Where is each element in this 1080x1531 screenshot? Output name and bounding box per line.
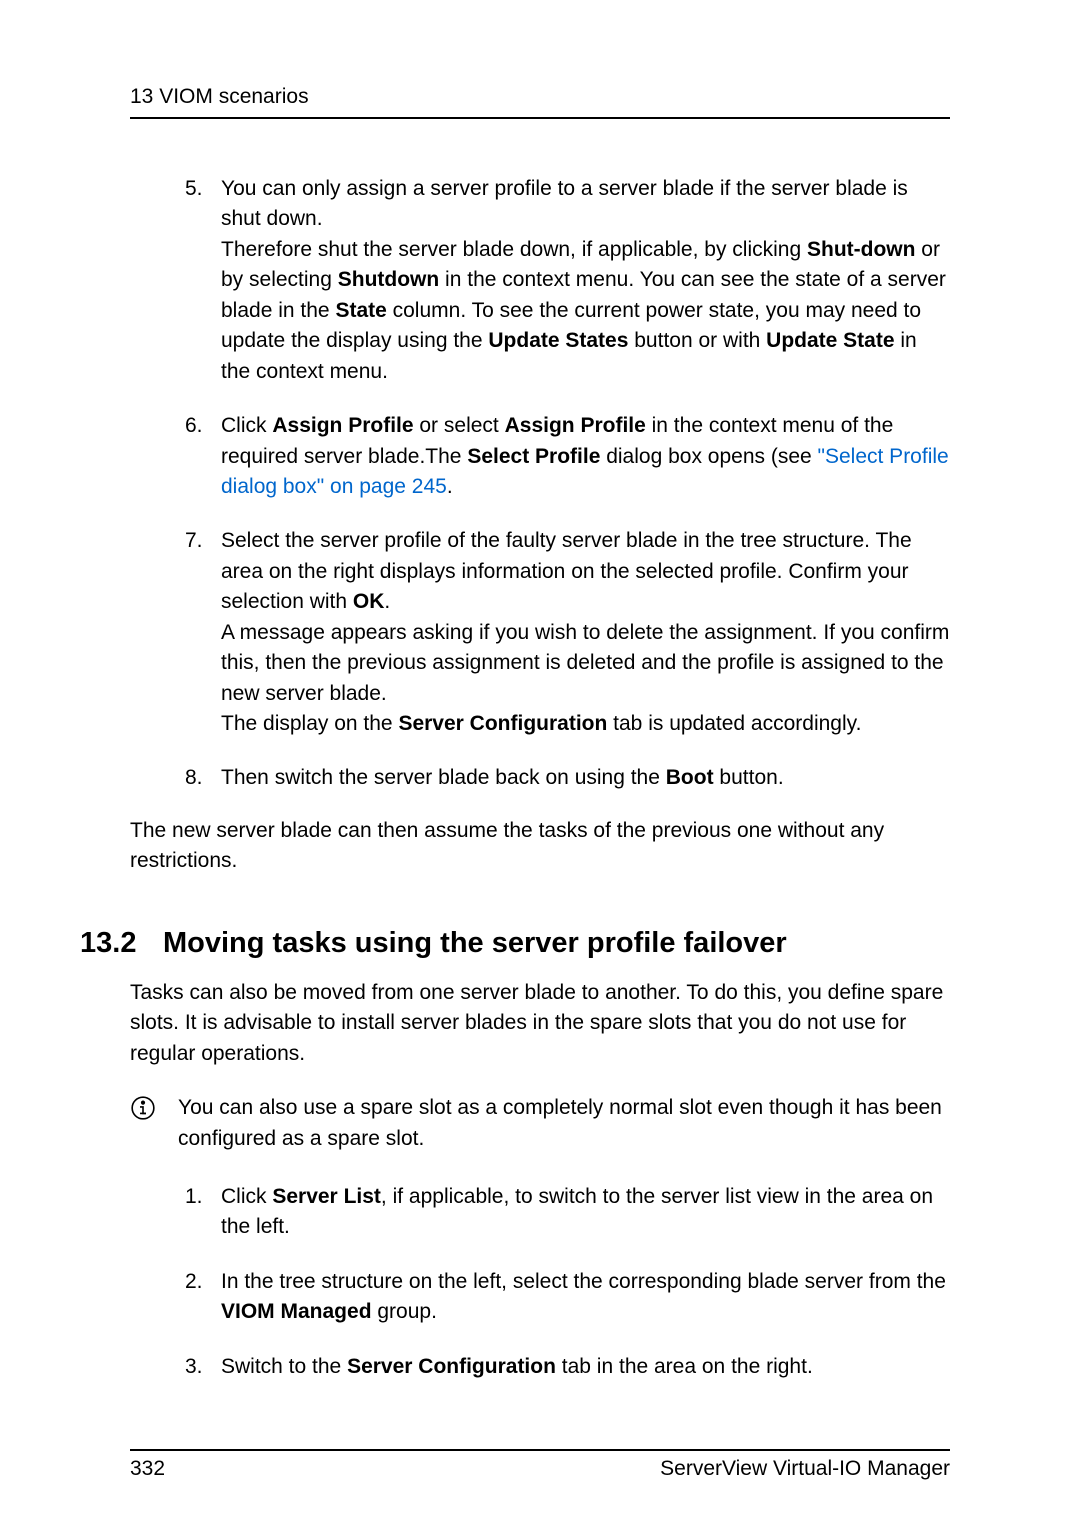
list-content: You can only assign a server profile to … xyxy=(221,174,950,387)
page-number: 332 xyxy=(130,1457,165,1481)
list-number: 6. xyxy=(185,411,221,502)
footer-divider xyxy=(130,1449,950,1451)
footer-content: 332 ServerView Virtual-IO Manager xyxy=(130,1457,950,1481)
list-item: 2. In the tree structure on the left, se… xyxy=(185,1267,950,1328)
list-item: 8. Then switch the server blade back on … xyxy=(185,763,950,793)
list-item: 6. Click Assign Profile or select Assign… xyxy=(185,411,950,502)
chapter-label: 13 VIOM scenarios xyxy=(130,85,309,108)
section-intro: Tasks can also be moved from one server … xyxy=(130,978,950,1069)
list-item: 3. Switch to the Server Configuration ta… xyxy=(185,1352,950,1382)
list-number: 2. xyxy=(185,1267,221,1328)
list-number: 8. xyxy=(185,763,221,793)
page-footer: 332 ServerView Virtual-IO Manager xyxy=(130,1449,950,1481)
procedure-list-1: 5. You can only assign a server profile … xyxy=(130,174,950,794)
product-name: ServerView Virtual-IO Manager xyxy=(660,1457,950,1481)
list-number: 3. xyxy=(185,1352,221,1382)
list-content: In the tree structure on the left, selec… xyxy=(221,1267,950,1328)
closing-paragraph: The new server blade can then assume the… xyxy=(130,816,950,877)
chapter-header: 13 VIOM scenarios xyxy=(130,85,950,109)
list-content: Click Server List, if applicable, to swi… xyxy=(221,1182,950,1243)
section-title: Moving tasks using the server profile fa… xyxy=(163,927,787,960)
list-number: 5. xyxy=(185,174,221,387)
procedure-list-2: 1. Click Server List, if applicable, to … xyxy=(130,1182,950,1382)
list-content: Click Assign Profile or select Assign Pr… xyxy=(221,411,950,502)
list-content: Switch to the Server Configuration tab i… xyxy=(221,1352,950,1382)
header-divider xyxy=(130,117,950,119)
list-number: 7. xyxy=(185,526,221,739)
list-content: Then switch the server blade back on usi… xyxy=(221,763,950,793)
list-item: 7. Select the server profile of the faul… xyxy=(185,526,950,739)
list-number: 1. xyxy=(185,1182,221,1243)
list-item: 5. You can only assign a server profile … xyxy=(185,174,950,387)
info-block: You can also use a spare slot as a compl… xyxy=(130,1093,950,1154)
list-content: Select the server profile of the faulty … xyxy=(221,526,950,739)
section-number: 13.2 xyxy=(80,927,163,960)
section-heading: 13.2 Moving tasks using the server profi… xyxy=(80,927,950,960)
info-icon xyxy=(130,1093,178,1154)
info-content: You can also use a spare slot as a compl… xyxy=(178,1093,950,1154)
list-item: 1. Click Server List, if applicable, to … xyxy=(185,1182,950,1243)
